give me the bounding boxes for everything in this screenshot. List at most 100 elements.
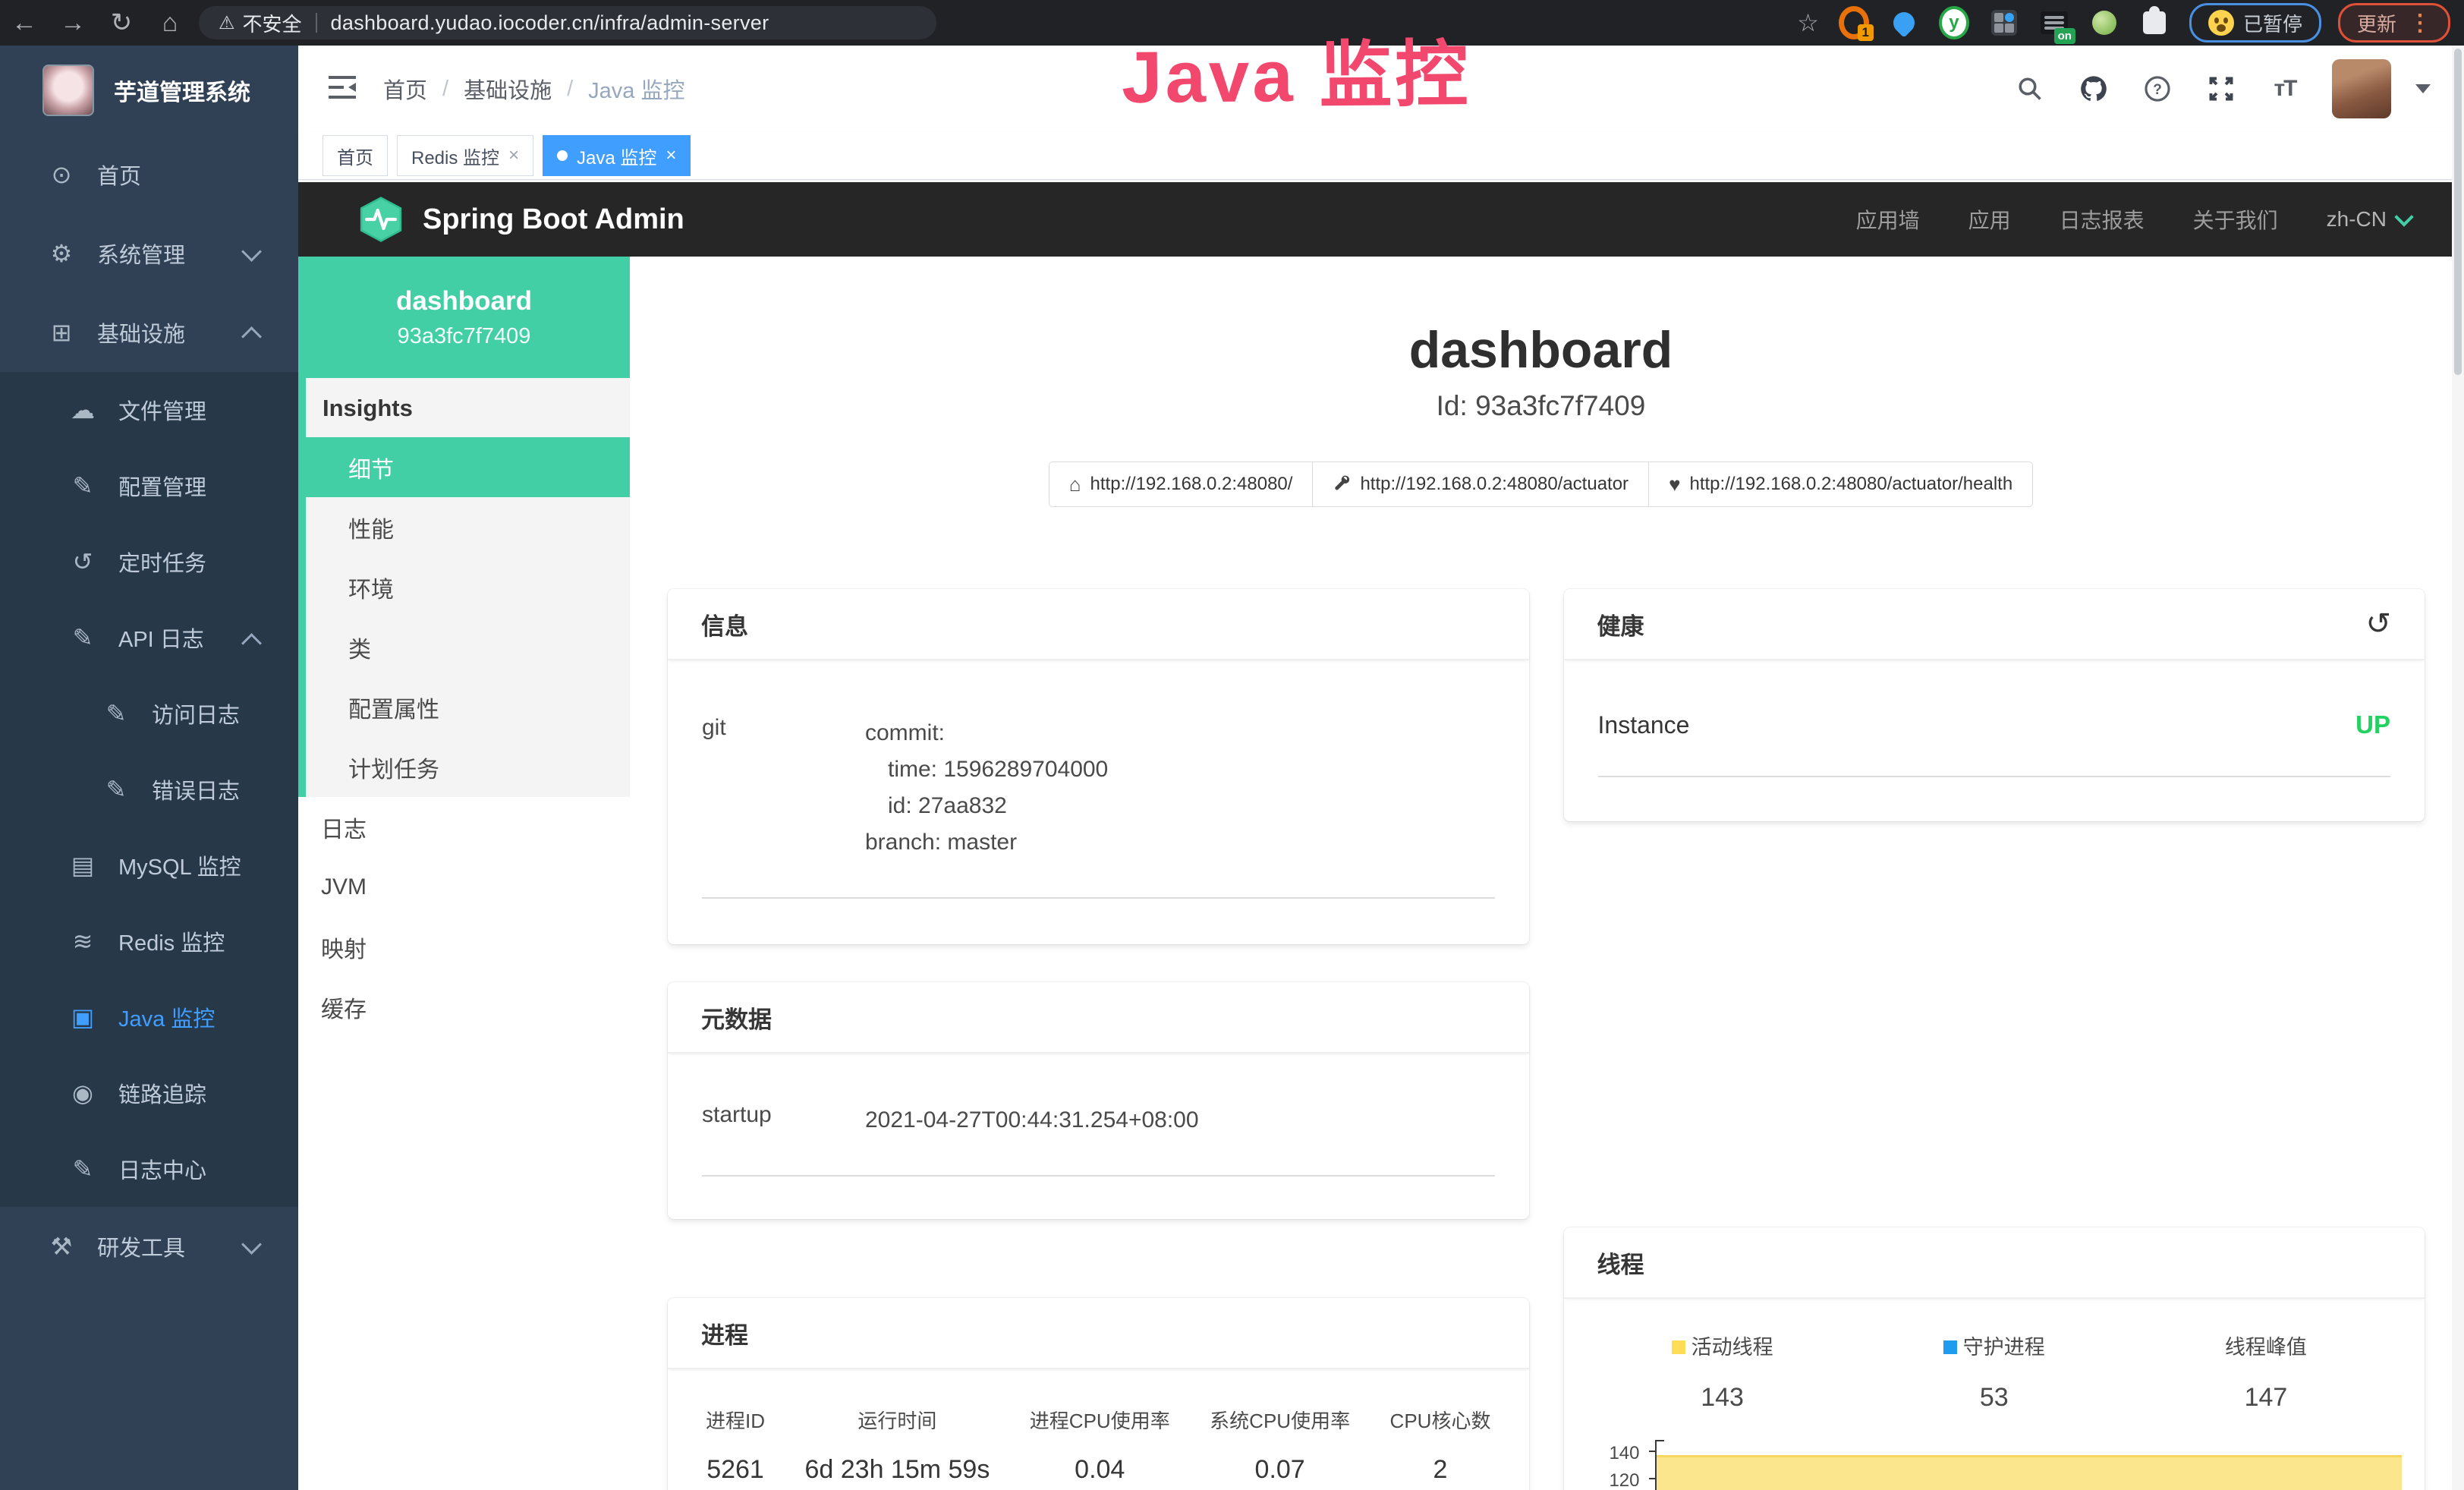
edit-icon: ✎ bbox=[65, 471, 100, 500]
sba-item-classes[interactable]: 类 bbox=[306, 617, 630, 677]
metadata-key: startup bbox=[702, 1102, 865, 1139]
close-icon[interactable]: × bbox=[666, 145, 676, 166]
legend-live-threads: 活动线程 bbox=[1587, 1331, 1858, 1360]
github-icon[interactable] bbox=[2077, 72, 2110, 106]
help-icon[interactable]: ? bbox=[2141, 72, 2174, 106]
instance-header[interactable]: dashboard 93a3fc7f7409 bbox=[298, 257, 630, 378]
card-info-title: 信息 bbox=[668, 589, 1529, 660]
back-icon[interactable]: ← bbox=[0, 8, 49, 38]
sidebar-item-access-logs[interactable]: ✎ 访问日志 bbox=[0, 676, 298, 751]
locale-selector[interactable]: zh-CN bbox=[2327, 207, 2411, 232]
eye-icon: ◉ bbox=[65, 1079, 100, 1107]
sba-item-environment[interactable]: 环境 bbox=[306, 557, 630, 617]
app-logo-image bbox=[42, 65, 94, 116]
page-scrollbar[interactable] bbox=[2452, 46, 2464, 1490]
sba-item-scheduled-tasks[interactable]: 计划任务 bbox=[306, 737, 630, 797]
sidebar-item-config-management[interactable]: ✎ 配置管理 bbox=[0, 448, 298, 524]
actuator-url-link[interactable]: http://192.168.0.2:48080/actuator bbox=[1313, 461, 1649, 507]
breadcrumb-infrastructure[interactable]: 基础设施 bbox=[464, 73, 552, 105]
sba-brand-title: Spring Boot Admin bbox=[423, 203, 684, 236]
breadcrumb: 首页 / 基础设施 / Java 监控 bbox=[383, 73, 684, 105]
extension-y-icon[interactable]: y bbox=[1939, 8, 1969, 38]
service-url-link[interactable]: ⌂ http://192.168.0.2:48080/ bbox=[1049, 461, 1314, 507]
sba-nav-applications[interactable]: 应用 bbox=[1968, 204, 2011, 235]
caret-down-icon[interactable] bbox=[2415, 84, 2431, 93]
sba-item-details[interactable]: 细节 bbox=[298, 437, 630, 497]
font-size-icon[interactable]: ᴛT bbox=[2268, 72, 2302, 106]
app-logo-row[interactable]: 芋道管理系统 bbox=[0, 46, 298, 135]
tab-redis-monitor[interactable]: Redis 监控 × bbox=[397, 135, 533, 176]
sba-nav-about[interactable]: 关于我们 bbox=[2193, 204, 2278, 235]
breadcrumb-home[interactable]: 首页 bbox=[383, 73, 427, 105]
sba-nav-wallboard[interactable]: 应用墙 bbox=[1856, 204, 1920, 235]
collapse-sidebar-icon[interactable] bbox=[327, 74, 357, 104]
extension-lines-icon[interactable]: on bbox=[2039, 8, 2069, 38]
scrollbar-thumb[interactable] bbox=[2454, 49, 2462, 375]
close-icon[interactable]: × bbox=[508, 145, 519, 166]
home-icon[interactable]: ⌂ bbox=[146, 8, 194, 38]
wrench-icon bbox=[1333, 473, 1351, 496]
sidebar-item-error-logs[interactable]: ✎ 错误日志 bbox=[0, 751, 298, 827]
info-value: commit: time: 1596289704000 id: 27aa832 … bbox=[865, 715, 1495, 861]
extension-grid-icon[interactable] bbox=[1989, 8, 2019, 38]
y-axis-cap bbox=[1655, 1440, 1664, 1441]
sba-item-config-props[interactable]: 配置属性 bbox=[306, 677, 630, 737]
divider bbox=[316, 13, 317, 33]
legend-peak-threads: 线程峰值 bbox=[2130, 1331, 2402, 1360]
sidebar-item-tracing[interactable]: ◉ 链路追踪 bbox=[0, 1055, 298, 1131]
extension-leaf-icon[interactable] bbox=[2089, 8, 2119, 38]
sba-item-jvm[interactable]: JVM bbox=[298, 857, 630, 917]
sba-brand[interactable]: Spring Boot Admin bbox=[357, 196, 684, 243]
fullscreen-icon[interactable] bbox=[2204, 72, 2238, 106]
sidebar-item-file-management[interactable]: ☁ 文件管理 bbox=[0, 372, 298, 448]
sidebar-item-dev-tools[interactable]: ⚒ 研发工具 bbox=[0, 1207, 298, 1286]
tools-icon: ⚒ bbox=[44, 1232, 79, 1261]
extension-pin-icon[interactable] bbox=[1889, 8, 1919, 38]
sidebar-item-log-center[interactable]: ✎ 日志中心 bbox=[0, 1131, 298, 1207]
extensions-puzzle-icon[interactable] bbox=[2139, 8, 2170, 38]
sidebar-item-home[interactable]: ⊙ 首页 bbox=[0, 135, 298, 214]
user-avatar[interactable] bbox=[2332, 59, 2391, 118]
search-icon[interactable] bbox=[2013, 72, 2047, 106]
reload-icon[interactable]: ↻ bbox=[97, 8, 146, 38]
bookmark-star-icon[interactable]: ☆ bbox=[1797, 8, 1819, 37]
java-monitor-icon: ▣ bbox=[65, 1003, 100, 1032]
daemon-threads-value: 53 bbox=[1858, 1383, 2130, 1413]
insights-section: Insights 细节 性能 环境 类 配置属性 计划任务 bbox=[298, 378, 630, 797]
sidebar-item-scheduled-jobs[interactable]: ↺ 定时任务 bbox=[0, 524, 298, 600]
url-text: dashboard.yudao.iocoder.cn/infra/admin-s… bbox=[331, 11, 769, 35]
extension-ring-icon[interactable]: 1 bbox=[1839, 8, 1869, 38]
sidebar-item-java-monitor[interactable]: ▣ Java 监控 bbox=[0, 979, 298, 1055]
card-metadata: 元数据 startup 2021-04-27T00:44:31.254+08:0… bbox=[668, 982, 1529, 1219]
sba-item-mappings[interactable]: 映射 bbox=[298, 917, 630, 977]
sidebar-item-system-management[interactable]: ⚙ 系统管理 bbox=[0, 214, 298, 293]
sba-item-metrics[interactable]: 性能 bbox=[306, 497, 630, 557]
health-url-link[interactable]: ♥ http://192.168.0.2:48080/actuator/heal… bbox=[1649, 461, 2033, 507]
breadcrumb-current: Java 监控 bbox=[588, 73, 684, 105]
history-icon[interactable]: ↺ bbox=[2365, 606, 2391, 641]
blue-swatch-icon bbox=[1943, 1340, 1957, 1354]
stat-uptime: 运行时间 6d 23h 15m 59s bbox=[804, 1406, 990, 1485]
card-threads: 线程 活动线程 守护进程 线程峰值 143 53 147 bbox=[1564, 1227, 2425, 1490]
tab-home[interactable]: 首页 bbox=[323, 135, 388, 176]
sidebar-item-infrastructure[interactable]: ⊞ 基础设施 bbox=[0, 293, 298, 372]
sidebar-item-api-logs[interactable]: ✎ API 日志 bbox=[0, 600, 298, 676]
address-bar[interactable]: ⚠ 不安全 dashboard.yudao.iocoder.cn/infra/a… bbox=[199, 6, 936, 39]
stat-process-cpu: 进程CPU使用率 0.04 bbox=[1030, 1406, 1170, 1485]
log-edit-icon: ✎ bbox=[99, 775, 134, 804]
sidebar-item-redis-monitor[interactable]: ≋ Redis 监控 bbox=[0, 903, 298, 979]
sba-item-logs[interactable]: 日志 bbox=[298, 797, 630, 857]
chevron-down-icon bbox=[241, 241, 262, 262]
tab-java-monitor[interactable]: Java 监控 × bbox=[543, 135, 691, 176]
threads-legend: 活动线程 守护进程 线程峰值 bbox=[1564, 1299, 2425, 1360]
divider bbox=[702, 897, 1495, 899]
annotation-java-monitor: Java 监控 bbox=[1121, 15, 1471, 124]
sba-item-caches[interactable]: 缓存 bbox=[298, 977, 630, 1037]
sidebar-item-mysql-monitor[interactable]: ▤ MySQL 监控 bbox=[0, 827, 298, 903]
sba-nav-journal[interactable]: 日志报表 bbox=[2060, 204, 2145, 235]
instance-id: 93a3fc7f7409 bbox=[398, 324, 531, 349]
stat-system-cpu: 系统CPU使用率 0.07 bbox=[1210, 1406, 1350, 1485]
update-button[interactable]: 更新 ⋮ bbox=[2338, 3, 2450, 43]
forward-icon[interactable]: → bbox=[49, 8, 97, 38]
paused-button[interactable]: 已暂停 bbox=[2189, 3, 2321, 43]
